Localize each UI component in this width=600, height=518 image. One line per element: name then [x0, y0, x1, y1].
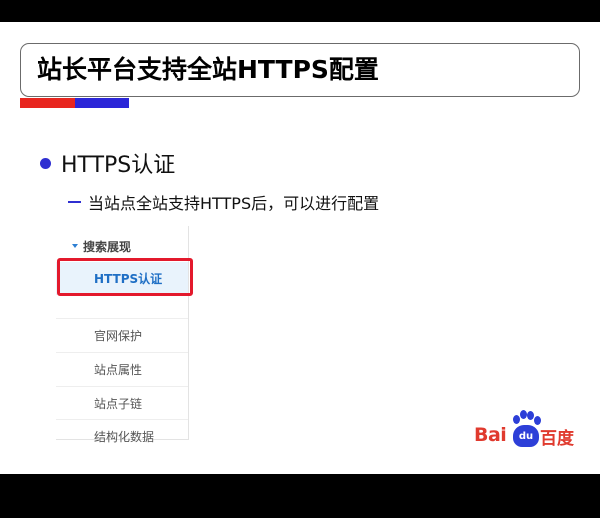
baidu-logo: Bai du 百度 [474, 410, 578, 449]
menu-item-label: 站点属性 [94, 362, 143, 377]
title-box: 站长平台支持全站HTTPS配置 [20, 43, 580, 97]
logo-text-latin: Bai [474, 424, 507, 446]
paw-text: du [518, 430, 534, 442]
logo-text-cn: 百度 [540, 429, 574, 449]
menu-item-site-attributes[interactable]: 站点属性 [56, 352, 188, 385]
menu-item-label: 官网保护 [94, 328, 143, 343]
menu-item-structured-data[interactable]: 结构化数据 [56, 419, 188, 452]
bullet-main-text: HTTPS认证 [61, 153, 176, 178]
bullet-dot-icon [40, 157, 51, 169]
menu-item-sitelinks[interactable]: 站点子链 [56, 386, 188, 419]
menu-item-label: 结构化数据 [94, 429, 155, 444]
menu-section-header-label: 搜索展现 [83, 239, 132, 254]
paw-icon: du [510, 410, 542, 448]
menu-item-label: 站点子链 [94, 396, 143, 411]
accent-bar-blue [75, 98, 129, 108]
accent-bar-red [20, 98, 75, 108]
slide: 站长平台支持全站HTTPS配置 HTTPS认证 当站点全站支持HTTPS后，可以… [0, 22, 600, 474]
bullet-main: HTTPS认证 [40, 148, 175, 178]
dash-icon [68, 201, 81, 203]
bullet-sub-text: 当站点全站支持HTTPS后，可以进行配置 [88, 194, 380, 213]
highlight-frame [57, 258, 193, 296]
menu-section-header[interactable]: 搜索展现 [72, 234, 131, 258]
slide-title: 站长平台支持全站HTTPS配置 [37, 55, 379, 84]
bullet-sub: 当站点全站支持HTTPS后，可以进行配置 [68, 190, 379, 214]
caret-down-icon [72, 244, 78, 248]
menu-item-official-protection[interactable]: 官网保护 [56, 318, 188, 351]
